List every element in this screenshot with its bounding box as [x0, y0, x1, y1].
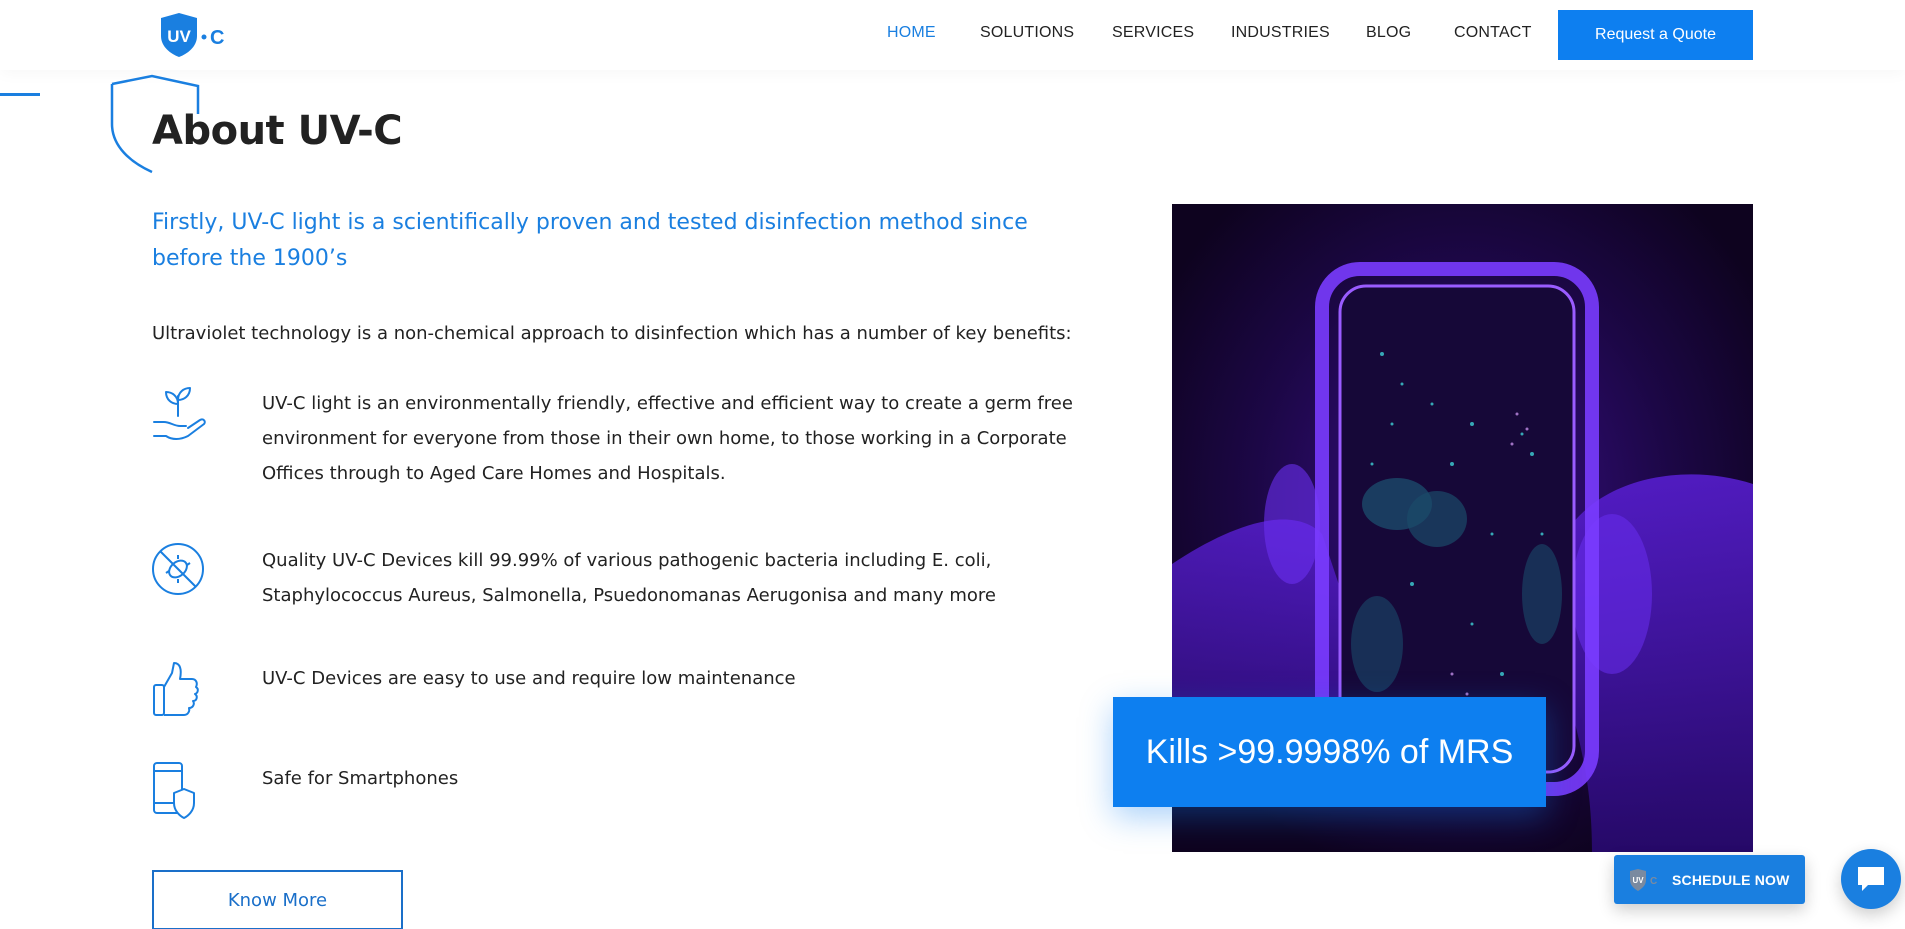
- feature-item: Safe for Smartphones: [152, 761, 1082, 821]
- feature-text: UV-C Devices are easy to use and require…: [262, 668, 796, 689]
- nav-home[interactable]: HOME: [887, 24, 936, 42]
- smartphone-shield-icon: [153, 762, 195, 819]
- chat-button[interactable]: [1841, 849, 1901, 909]
- svg-text:UV: UV: [1632, 876, 1644, 885]
- svg-text:C: C: [1650, 876, 1657, 887]
- uvc-mini-logo: UV C: [1630, 868, 1657, 891]
- feature-text: Safe for Smartphones: [262, 768, 459, 789]
- accent-line: [0, 93, 40, 96]
- site-header: UV C HOME SOLUTIONS SERVICES INDUSTRIES …: [0, 0, 1905, 70]
- chat-bubble-icon: [1858, 867, 1884, 891]
- intro-paragraph: Ultraviolet technology is a non-chemical…: [152, 323, 1072, 344]
- lead-paragraph: Firstly, UV-C light is a scientifically …: [152, 210, 1028, 271]
- know-more-button[interactable]: Know More: [152, 870, 403, 929]
- plant-in-hand-icon: [153, 387, 206, 440]
- feature-item: Quality UV-C Devices kill 99.99% of vari…: [152, 543, 1082, 623]
- svg-text:UV: UV: [167, 27, 191, 46]
- thumbs-up-icon: [153, 662, 199, 716]
- nav-blog[interactable]: BLOG: [1366, 24, 1411, 42]
- no-bacteria-icon: [152, 543, 204, 595]
- schedule-now-button[interactable]: UV C SCHEDULE NOW: [1614, 855, 1805, 904]
- nav-contact[interactable]: CONTACT: [1454, 24, 1532, 42]
- request-quote-button[interactable]: Request a Quote: [1558, 10, 1753, 60]
- kills-badge: Kills >99.9998% of MRS: [1113, 697, 1546, 807]
- svg-text:C: C: [210, 27, 224, 49]
- uvc-logo[interactable]: UV C: [157, 12, 227, 58]
- nav-services[interactable]: SERVICES: [1112, 24, 1194, 42]
- feature-text: UV-C light is an environmentally friendl…: [262, 393, 1073, 484]
- feature-item: UV-C Devices are easy to use and require…: [152, 661, 1082, 721]
- schedule-now-label: SCHEDULE NOW: [1672, 871, 1790, 888]
- feature-item: UV-C light is an environmentally friendl…: [152, 386, 1082, 496]
- nav-solutions[interactable]: SOLUTIONS: [980, 24, 1074, 42]
- feature-text: Quality UV-C Devices kill 99.99% of vari…: [262, 550, 996, 606]
- section-title: About UV-C: [152, 108, 403, 154]
- nav-industries[interactable]: INDUSTRIES: [1231, 24, 1330, 42]
